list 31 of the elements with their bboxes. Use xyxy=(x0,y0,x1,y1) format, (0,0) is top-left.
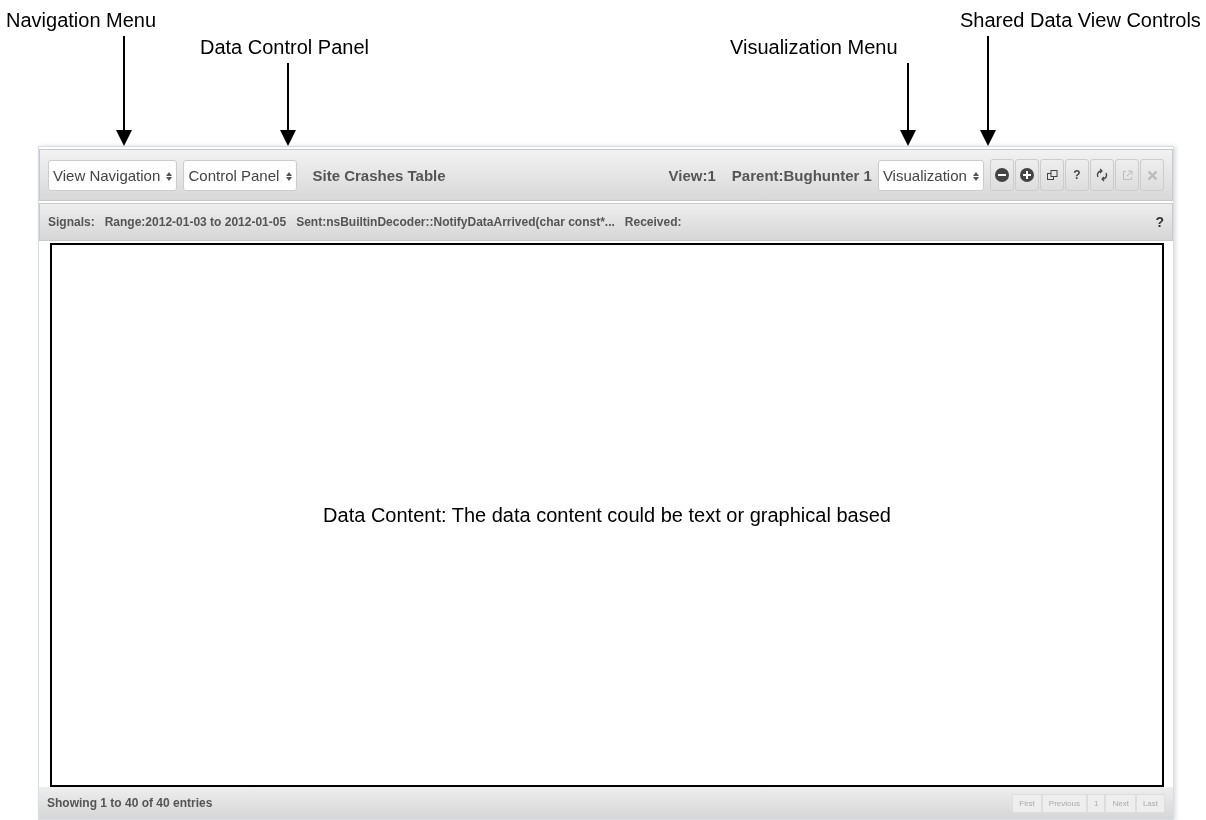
close-icon xyxy=(1146,169,1158,181)
dropdown[interactable]: View Navigation xyxy=(48,159,178,191)
help-button[interactable]: ? xyxy=(1065,159,1089,191)
callout-label: Visualization Menu xyxy=(730,35,898,59)
refresh-button[interactable] xyxy=(1090,159,1114,191)
signals-label: Signals: xyxy=(48,215,95,229)
dropdown[interactable]: Control Panel xyxy=(183,159,297,191)
updown-icon xyxy=(973,172,979,182)
callout-label: Shared Data View Controls xyxy=(960,8,1201,32)
view-number: View:1 xyxy=(668,166,716,184)
data-content-label: Data Content: The data content could be text or graphical based xyxy=(323,503,891,527)
received-label: Received: xyxy=(624,215,682,229)
windows-button[interactable] xyxy=(1040,159,1064,191)
entries-info: Showing 1 to 40 of 40 entries xyxy=(47,796,213,810)
minus-circle-icon xyxy=(995,168,1009,182)
add-button[interactable] xyxy=(1015,159,1039,191)
help-link[interactable]: ? xyxy=(1155,214,1164,230)
callout-label: Navigation Menu xyxy=(6,8,157,32)
external-link-icon xyxy=(1121,169,1133,181)
parent-label: Parent:Bughunter 1 xyxy=(731,166,872,184)
view-title: Site Crashes Table xyxy=(312,166,446,184)
callout-label: Data Control Panel xyxy=(200,35,369,59)
plus-circle-icon xyxy=(1020,168,1034,182)
remove-button[interactable] xyxy=(990,159,1014,191)
refresh-icon xyxy=(1096,168,1108,182)
updown-icon xyxy=(285,172,292,182)
windows-icon xyxy=(1046,169,1058,181)
updown-icon xyxy=(166,172,173,182)
range-label: Range:2012-01-03 to 2012-01-05 xyxy=(104,215,287,229)
visualization-dropdown[interactable]: Visualization xyxy=(877,159,984,191)
sent-label: Sent:nsBuiltinDecoder::NotifyDataArrived(char const*... xyxy=(296,215,615,229)
